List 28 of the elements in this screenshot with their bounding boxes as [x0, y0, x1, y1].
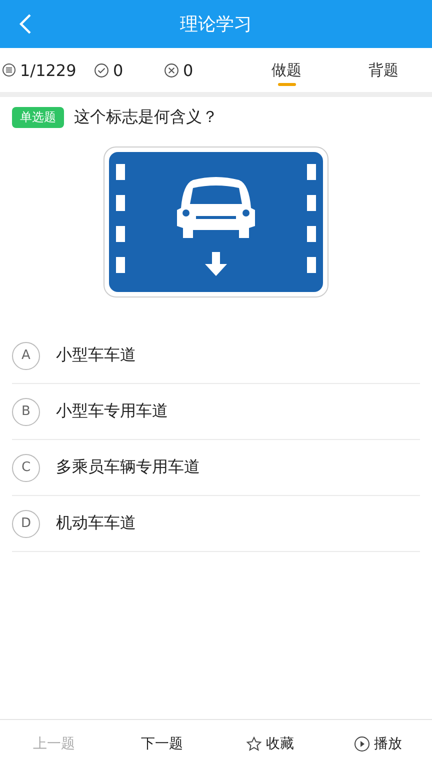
mode-tab[interactable]: 背题	[364, 48, 402, 92]
check-icon	[94, 62, 109, 78]
answer-option[interactable]: C 多乘员车辆专用车道	[12, 440, 420, 496]
page-title: 理论学习	[180, 13, 252, 36]
option-letter: B	[12, 398, 40, 426]
progress-count: 1/1229	[20, 60, 76, 80]
answer-option[interactable]: A 小型车车道	[12, 328, 420, 384]
option-text: 机动车车道	[56, 513, 136, 534]
play-icon	[354, 736, 370, 752]
correct-count: 0	[113, 60, 124, 80]
option-letter: C	[12, 454, 40, 482]
wrong-count: 0	[183, 60, 194, 80]
cross-icon	[164, 62, 179, 78]
bottom-bar-button[interactable]: 播放	[324, 720, 432, 768]
question-type-tag: 单选题	[12, 107, 64, 128]
option-text: 多乘员车辆专用车道	[56, 457, 200, 478]
option-text: 小型车车道	[56, 345, 136, 366]
answer-option[interactable]: D 机动车车道	[12, 496, 420, 552]
mode-tab[interactable]: 做题	[268, 48, 306, 92]
option-text: 小型车专用车道	[56, 401, 168, 422]
list-icon	[2, 63, 16, 77]
star-icon	[246, 736, 262, 752]
option-letter: D	[12, 510, 40, 538]
bottom-bar-button[interactable]: 收藏	[216, 720, 324, 768]
bottom-bar-button[interactable]: 下一题	[108, 720, 216, 768]
option-letter: A	[12, 342, 40, 370]
answer-option[interactable]: B 小型车专用车道	[12, 384, 420, 440]
question-text: 这个标志是何含义？	[74, 107, 218, 128]
